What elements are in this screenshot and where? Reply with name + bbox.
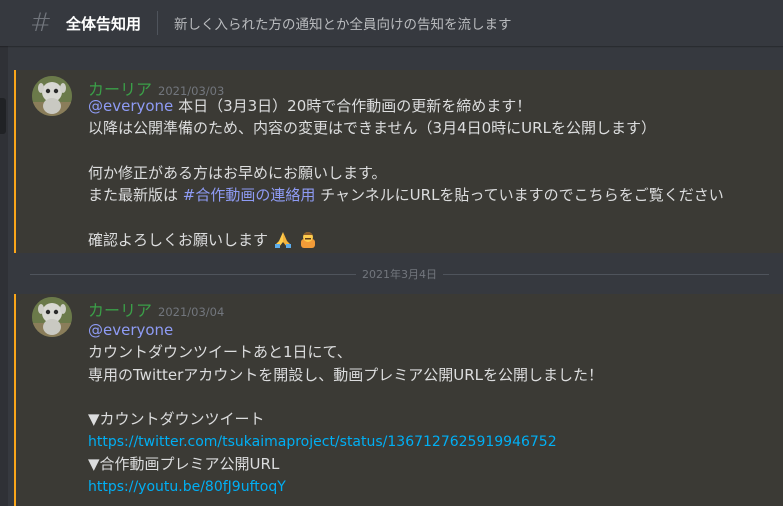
channel-mention-link[interactable]: #合作動画の連絡用 <box>183 186 316 204</box>
everyone-mention[interactable]: @everyone <box>88 321 173 339</box>
channel-topic[interactable]: 新しく入られた方の通知とか全員向けの告知を流します <box>174 13 512 33</box>
avatar[interactable] <box>32 297 72 337</box>
channel-header: # 全体告知用 新しく入られた方の通知とか全員向けの告知を流します <box>0 0 783 46</box>
folded-hands-emoji[interactable] <box>273 229 293 249</box>
message-text: カウントダウンツイートあと1日にて、 <box>88 343 352 362</box>
message-text: 何か修正がある方はお早めにお願いします。 <box>88 163 387 182</box>
message-content: @everyone 本日（3月3日）20時で合作動画の更新を締めます！ 以降は公… <box>88 95 777 251</box>
everyone-mention[interactable]: @everyone <box>88 97 173 115</box>
message-header: カーリア 2021/03/04 <box>88 297 224 321</box>
message-text: ▼合作動画プレミア公開URL <box>88 454 280 473</box>
scrollbar-left[interactable] <box>0 46 8 506</box>
bowing-person-emoji[interactable] <box>298 229 318 249</box>
date-divider: 2021年3月4日 <box>30 264 769 284</box>
message-text: 専用のTwitterアカウントを開設し、動画プレミア公開URLを公開しました！ <box>88 365 604 384</box>
author-name[interactable]: カーリア <box>88 301 152 320</box>
message-text: チャンネルにURLを貼っていますのでこちらをご覧ください <box>315 186 724 205</box>
message-text: 以降は公開準備のため、内容の変更はできません（3月4日0時にURLを公開します） <box>88 119 656 138</box>
twitter-link[interactable]: https://twitter.com/tsukaimaproject/stat… <box>88 434 557 450</box>
message-text: 本日（3月3日）20時で合作動画の更新を締めます！ <box>173 97 532 115</box>
header-divider <box>157 11 159 35</box>
date-divider-label: 2021年3月4日 <box>362 268 437 281</box>
channel-name: 全体告知用 <box>66 14 142 33</box>
message-text: 確認よろしくお願いします <box>88 230 273 249</box>
youtube-link[interactable]: https://youtu.be/80fJ9uftoqY <box>88 479 286 495</box>
scroll-thumb[interactable] <box>0 98 6 134</box>
message-highlighted[interactable]: カーリア 2021/03/04 @everyone カウントダウンツイートあと1日… <box>14 294 783 506</box>
message-highlighted[interactable]: カーリア 2021/03/03 @everyone 本日（3月3日）20時で合作動… <box>14 70 783 253</box>
message-content: @everyone カウントダウンツイートあと1日にて、 専用のTwitterア… <box>88 319 777 497</box>
avatar[interactable] <box>32 76 72 116</box>
hash-icon: # <box>30 8 52 38</box>
message-text: ▼カウントダウンツイート <box>88 410 265 429</box>
message-text: また最新版は <box>88 186 183 205</box>
timestamp: 2021/03/04 <box>158 305 225 319</box>
